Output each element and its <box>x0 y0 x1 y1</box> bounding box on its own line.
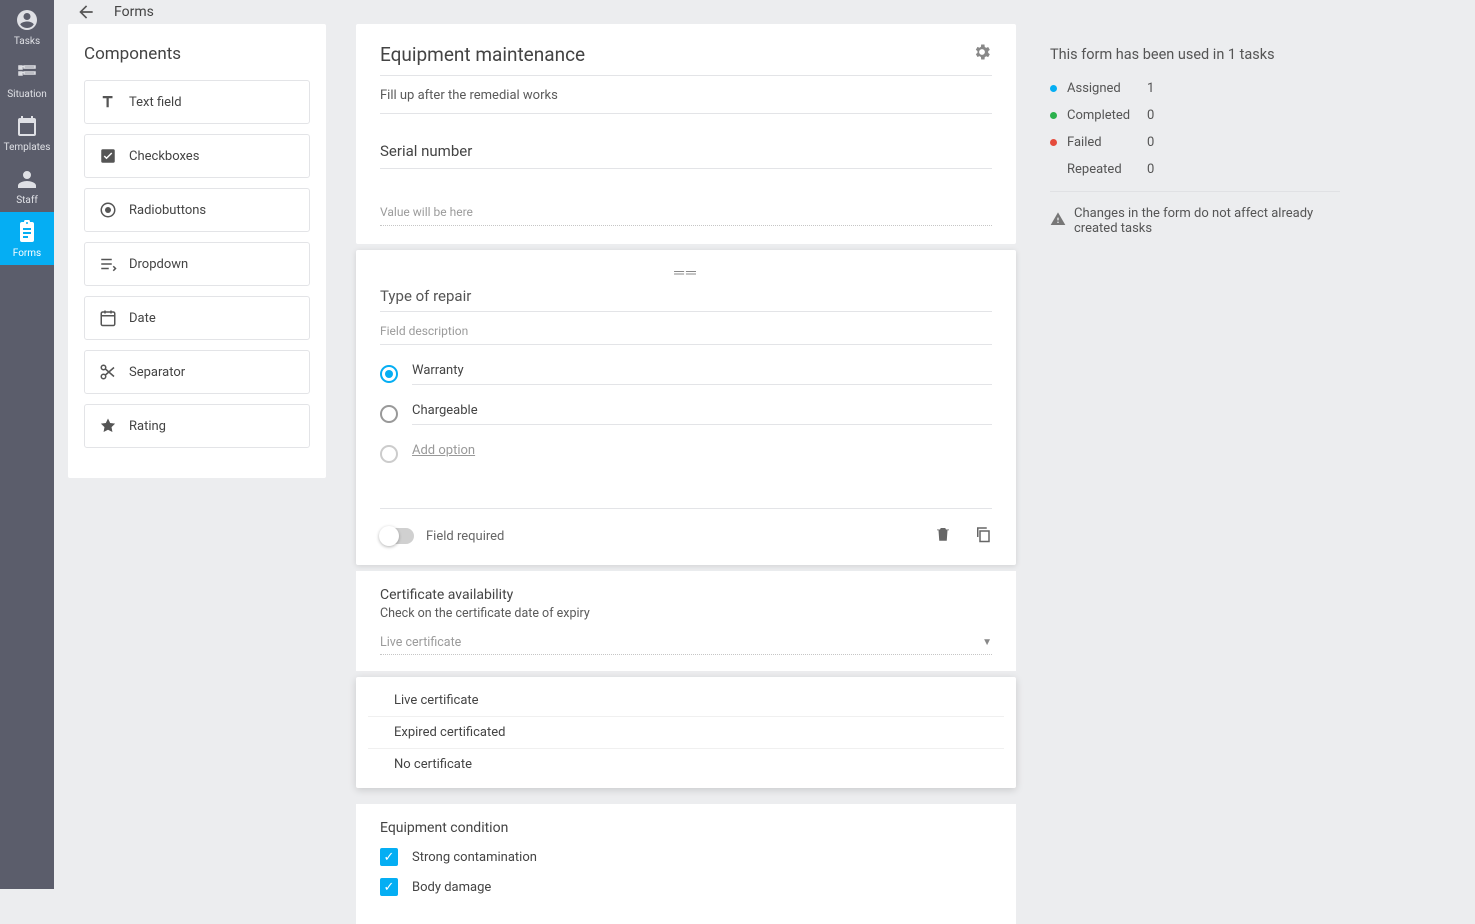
required-label: Field required <box>426 529 504 544</box>
checklist-icon <box>15 61 39 85</box>
components-heading: Components <box>84 44 310 64</box>
text-icon <box>99 93 117 111</box>
person-icon <box>15 167 39 191</box>
status-dot-icon <box>1050 85 1057 92</box>
date-icon <box>99 309 117 327</box>
component-label: Text field <box>129 95 182 110</box>
status-value: 0 <box>1147 135 1154 150</box>
checkbox-label[interactable]: Strong contamination <box>412 850 537 865</box>
form-header-card: Equipment maintenance Fill up after the … <box>356 24 1016 244</box>
form-subtitle[interactable]: Fill up after the remedial works <box>380 88 992 114</box>
nav-label: Templates <box>4 142 51 153</box>
component-text-field[interactable]: Text field <box>84 80 310 124</box>
side-navigation: Tasks Situation Templates Staff Forms <box>0 0 54 889</box>
star-icon <box>99 417 117 435</box>
required-toggle[interactable] <box>380 528 414 544</box>
arrow-left-icon <box>76 2 96 22</box>
field-description-input[interactable]: Field description <box>380 324 992 345</box>
user-circle-icon <box>15 8 39 32</box>
nav-label: Situation <box>7 89 47 100</box>
status-label: Failed <box>1067 135 1137 150</box>
scissors-icon <box>99 363 117 381</box>
equipment-field-card: Equipment condition ✓ Strong contaminati… <box>356 804 1016 924</box>
component-checkboxes[interactable]: Checkboxes <box>84 134 310 178</box>
nav-staff[interactable]: Staff <box>0 159 54 212</box>
back-button[interactable] <box>74 0 98 24</box>
checkbox-checked[interactable]: ✓ <box>380 878 398 896</box>
calendar-icon <box>15 114 39 138</box>
cert-selected-value: Live certificate <box>380 635 461 650</box>
form-settings-button[interactable] <box>972 42 992 67</box>
cert-subtitle[interactable]: Check on the certificate date of expiry <box>380 606 992 621</box>
component-dropdown[interactable]: Dropdown <box>84 242 310 286</box>
radio-option-label[interactable]: Chargeable <box>412 403 992 425</box>
components-panel: Components Text field Checkboxes Radiobu… <box>68 24 326 478</box>
dropdown-icon <box>99 255 117 273</box>
drag-handle[interactable]: ══ <box>380 264 992 281</box>
component-rating[interactable]: Rating <box>84 404 310 448</box>
field-serial-placeholder: Value will be here <box>380 205 992 226</box>
dropdown-option[interactable]: No certificate <box>368 749 1004 780</box>
checkbox-label[interactable]: Body damage <box>412 880 491 895</box>
component-separator[interactable]: Separator <box>84 350 310 394</box>
nav-tasks[interactable]: Tasks <box>0 0 54 53</box>
checkbox-checked[interactable]: ✓ <box>380 848 398 866</box>
radio-option-unselected[interactable] <box>380 405 398 423</box>
topbar: Forms <box>54 0 1475 24</box>
info-heading: This form has been used in 1 tasks <box>1050 46 1340 63</box>
status-dot-icon <box>1050 112 1057 119</box>
status-label: Repeated <box>1067 162 1137 177</box>
component-label: Date <box>129 311 156 326</box>
form-title[interactable]: Equipment maintenance <box>380 43 585 66</box>
cert-title[interactable]: Certificate availability <box>380 587 992 603</box>
nav-label: Forms <box>13 248 41 259</box>
warning-text: Changes in the form do not affect alread… <box>1074 206 1340 236</box>
status-dot-icon <box>1050 166 1057 173</box>
status-label: Completed <box>1067 108 1137 123</box>
component-label: Rating <box>129 419 166 434</box>
component-date[interactable]: Date <box>84 296 310 340</box>
checkbox-icon <box>99 147 117 165</box>
radio-icon <box>99 201 117 219</box>
status-dot-icon <box>1050 139 1057 146</box>
cert-dropdown-menu: Live certificate Expired certificated No… <box>356 677 1016 788</box>
copy-icon <box>974 525 992 543</box>
cert-select[interactable]: Live certificate ▼ <box>380 635 992 655</box>
nav-situation[interactable]: Situation <box>0 53 54 106</box>
status-value: 1 <box>1147 81 1154 96</box>
clipboard-icon <box>15 220 39 244</box>
component-label: Checkboxes <box>129 149 199 164</box>
field-editor-card: ══ Type of repair Field description Warr… <box>356 250 1016 565</box>
dropdown-option[interactable]: Live certificate <box>368 685 1004 717</box>
component-radiobuttons[interactable]: Radiobuttons <box>84 188 310 232</box>
component-label: Radiobuttons <box>129 203 206 218</box>
nav-label: Staff <box>16 195 38 206</box>
equip-title[interactable]: Equipment condition <box>380 820 992 836</box>
divider <box>1050 191 1340 192</box>
caret-down-icon: ▼ <box>982 637 992 648</box>
warning-icon <box>1050 211 1066 231</box>
field-repair-title[interactable]: Type of repair <box>380 287 992 312</box>
component-label: Dropdown <box>129 257 188 272</box>
nav-templates[interactable]: Templates <box>0 106 54 159</box>
duplicate-field-button[interactable] <box>974 525 992 547</box>
component-label: Separator <box>129 365 185 380</box>
info-sidebar: This form has been used in 1 tasks Assig… <box>1016 24 1356 924</box>
trash-icon <box>934 525 952 543</box>
radio-placeholder-icon <box>380 445 398 463</box>
add-option-button[interactable]: Add option <box>412 443 992 464</box>
gear-icon <box>972 42 992 62</box>
page-title: Forms <box>114 4 154 20</box>
status-value: 0 <box>1147 108 1154 123</box>
nav-label: Tasks <box>14 36 40 47</box>
status-value: 0 <box>1147 162 1154 177</box>
radio-option-label[interactable]: Warranty <box>412 363 992 385</box>
status-label: Assigned <box>1067 81 1137 96</box>
field-serial-title[interactable]: Serial number <box>380 142 992 169</box>
delete-field-button[interactable] <box>934 525 952 547</box>
radio-option-selected[interactable] <box>380 365 398 383</box>
nav-forms[interactable]: Forms <box>0 212 54 265</box>
dropdown-option[interactable]: Expired certificated <box>368 717 1004 749</box>
certificate-field-card: Certificate availability Check on the ce… <box>356 571 1016 671</box>
